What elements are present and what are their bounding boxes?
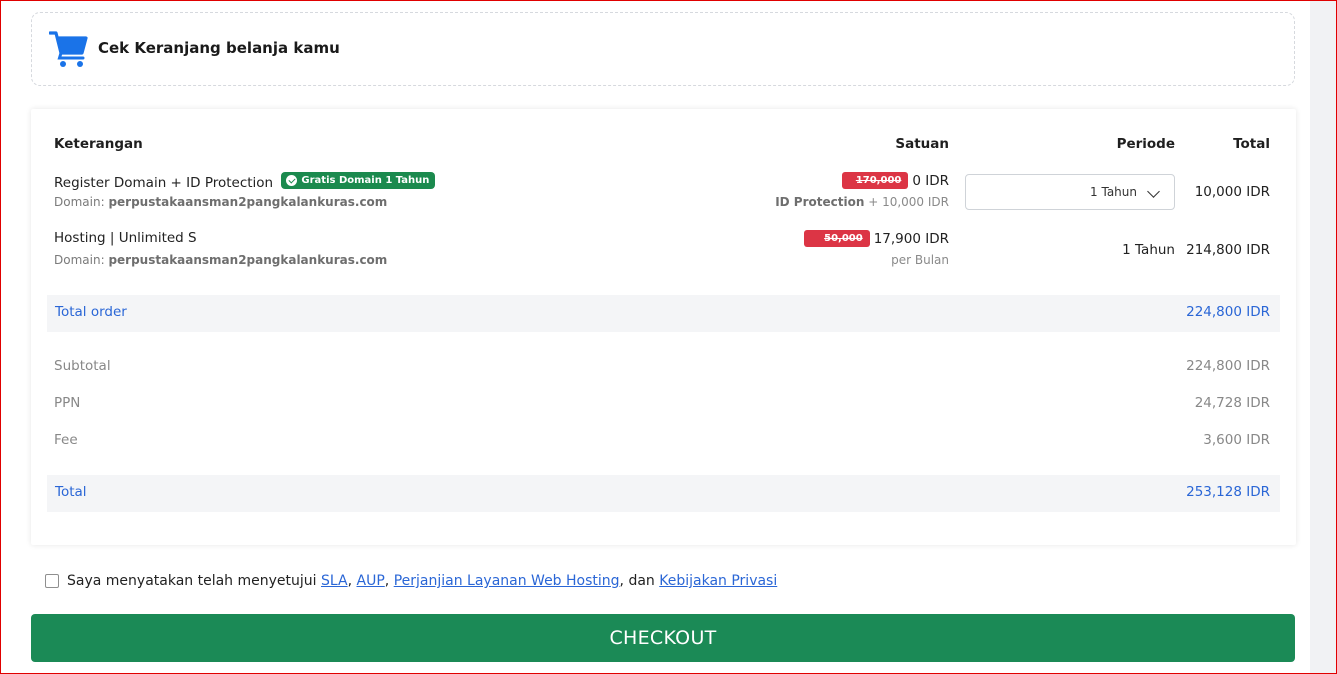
domain-label: Domain:: [54, 253, 105, 267]
item-name-hosting: Hosting | Unlimited S: [54, 230, 197, 246]
ppn-value: 24,728 IDR: [1194, 395, 1270, 411]
order-summary-card: Keterangan Satuan Periode Total Register…: [31, 109, 1296, 545]
page-title: Cek Keranjang belanja kamu: [98, 39, 340, 57]
fee-value: 3,600 IDR: [1203, 432, 1270, 448]
period-select-value: 1 Tahun: [1090, 185, 1137, 199]
grand-total-label: Total: [55, 484, 87, 500]
subtotal-label: Subtotal: [54, 358, 111, 374]
column-header-description: Keterangan: [54, 136, 143, 152]
badge-label: Gratis Domain 1 Tahun: [301, 175, 430, 186]
column-header-unit: Satuan: [895, 136, 949, 152]
main-content: Cek Keranjang belanja kamu Keterangan Sa…: [1, 1, 1310, 673]
terms-prefix: Saya menyatakan telah menyetujui: [67, 573, 317, 589]
terms-conjunction: , dan: [619, 573, 655, 589]
total-order-row: Total order 224,800 IDR: [47, 295, 1280, 332]
period-select[interactable]: 1 Tahun: [965, 174, 1175, 210]
domain-label: Domain:: [54, 195, 105, 209]
fee-label: Fee: [54, 432, 78, 448]
hosting-terms-link[interactable]: Perjanjian Layanan Web Hosting: [394, 573, 620, 589]
unit-price: 50,000 17,900 IDR: [803, 230, 949, 247]
item-domain: Domain: perpustakaansman2pangkalankuras.…: [54, 195, 387, 209]
free-domain-badge: Gratis Domain 1 Tahun: [281, 172, 436, 189]
privacy-policy-link[interactable]: Kebijakan Privasi: [659, 573, 777, 589]
item-total: 10,000 IDR: [1194, 184, 1270, 200]
terms-checkbox[interactable]: [45, 574, 59, 588]
discount-old-price: 170,000: [842, 172, 909, 189]
chevron-down-icon: [1147, 185, 1160, 198]
ppn-label: PPN: [54, 395, 81, 411]
price-note-text: + 10,000 IDR: [868, 195, 949, 209]
discount-old-price: 50,000: [803, 230, 870, 247]
column-header-period: Periode: [1116, 136, 1175, 152]
item-period: 1 Tahun: [1122, 242, 1175, 258]
total-order-label: Total order: [55, 304, 127, 320]
total-order-value: 224,800 IDR: [1186, 304, 1270, 320]
price-value: 0 IDR: [912, 172, 949, 189]
item-name-domain: Register Domain + ID Protection Gratis D…: [54, 172, 436, 191]
item-total: 214,800 IDR: [1186, 242, 1270, 258]
domain-value: perpustakaansman2pangkalankuras.com: [108, 253, 388, 267]
grand-total-value: 253,128 IDR: [1186, 484, 1270, 500]
sla-link[interactable]: SLA: [321, 573, 348, 589]
price-note: ID Protection + 10,000 IDR: [775, 195, 949, 209]
shopping-cart-icon: [49, 31, 88, 67]
unit-price: 170,000 0 IDR: [842, 172, 949, 189]
aup-link[interactable]: AUP: [357, 573, 385, 589]
item-name-label: Register Domain + ID Protection: [54, 175, 274, 191]
item-domain: Domain: perpustakaansman2pangkalankuras.…: [54, 253, 387, 267]
grand-total-row: Total 253,128 IDR: [47, 475, 1280, 512]
price-note-bold: ID Protection: [775, 195, 865, 209]
checkout-button[interactable]: CHECKOUT: [31, 614, 1295, 662]
subtotal-value: 224,800 IDR: [1186, 358, 1270, 374]
price-value: 17,900 IDR: [873, 230, 949, 247]
cart-header-card: Cek Keranjang belanja kamu: [31, 12, 1295, 86]
price-note: per Bulan: [891, 253, 949, 267]
check-circle-icon: [286, 175, 298, 186]
column-header-total: Total: [1233, 136, 1270, 152]
terms-agreement: Saya menyatakan telah menyetujui SLA, AU…: [45, 573, 777, 589]
domain-value: perpustakaansman2pangkalankuras.com: [108, 195, 388, 209]
